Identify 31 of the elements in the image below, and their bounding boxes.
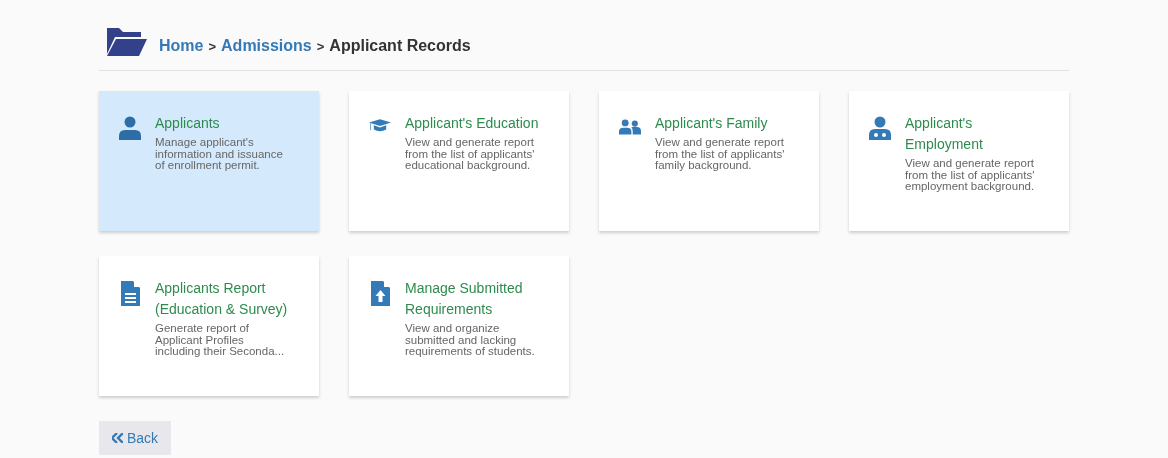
card-title: Applicant's Education: [405, 114, 540, 133]
document-icon: [120, 281, 140, 306]
page-title: Applicant Records: [329, 37, 471, 55]
double-chevron-left-icon: [112, 433, 123, 443]
card-title: Applicant's Employment: [905, 114, 984, 154]
card-title: Applicants Report (Education & Survey): [155, 279, 289, 319]
card-description: Generate report of Applicant Profiles including their Seconda...: [155, 323, 286, 358]
menu-card[interactable]: Manage Submitted Requirements View and organize submitted and lacking requirements of students.: [349, 256, 569, 396]
card-description: View and generate report from the list of applicants' family background.: [655, 137, 786, 172]
doctor-icon: [869, 116, 891, 140]
card-description: View and generate report from the list of applicants' educational background.: [405, 137, 536, 172]
menu-card[interactable]: Applicants Report (Education & Survey) Generate report of Applicant Profiles including their Seconda...: [99, 256, 319, 396]
breadcrumb-link[interactable]: Admissions: [221, 37, 312, 55]
menu-card[interactable]: Applicant's Family View and generate report from the list of applicants' family background.: [599, 91, 819, 231]
card-title: Manage Submitted Requirements: [405, 279, 524, 319]
card-description: View and generate report from the list of applicants' employment background.: [905, 158, 1036, 193]
card-description: View and organize submitted and lacking requirements of students.: [405, 323, 536, 358]
card-title: Applicant's Family: [655, 114, 769, 133]
users-icon: [619, 116, 641, 138]
user-icon: [119, 116, 141, 140]
breadcrumb-link[interactable]: Home: [159, 37, 204, 55]
card-title: Applicants: [155, 114, 221, 133]
back-button[interactable]: Back: [99, 421, 172, 455]
breadcrumb-separator: >: [208, 38, 217, 56]
file-upload-icon: [370, 281, 390, 306]
card-description: Manage applicant's information and issuance of enrollment permit.: [155, 137, 284, 172]
menu-card[interactable]: Applicant's Education View and generate report from the list of applicants' educational background.: [349, 91, 569, 231]
menu-card[interactable]: Applicant's Employment View and generate report from the list of applicants' employment background.: [849, 91, 1069, 231]
folder-icon: [107, 28, 147, 56]
menu-card[interactable]: Applicants Manage applicant's information and issuance of enrollment permit.: [99, 91, 319, 231]
breadcrumb-separator: >: [316, 38, 325, 56]
